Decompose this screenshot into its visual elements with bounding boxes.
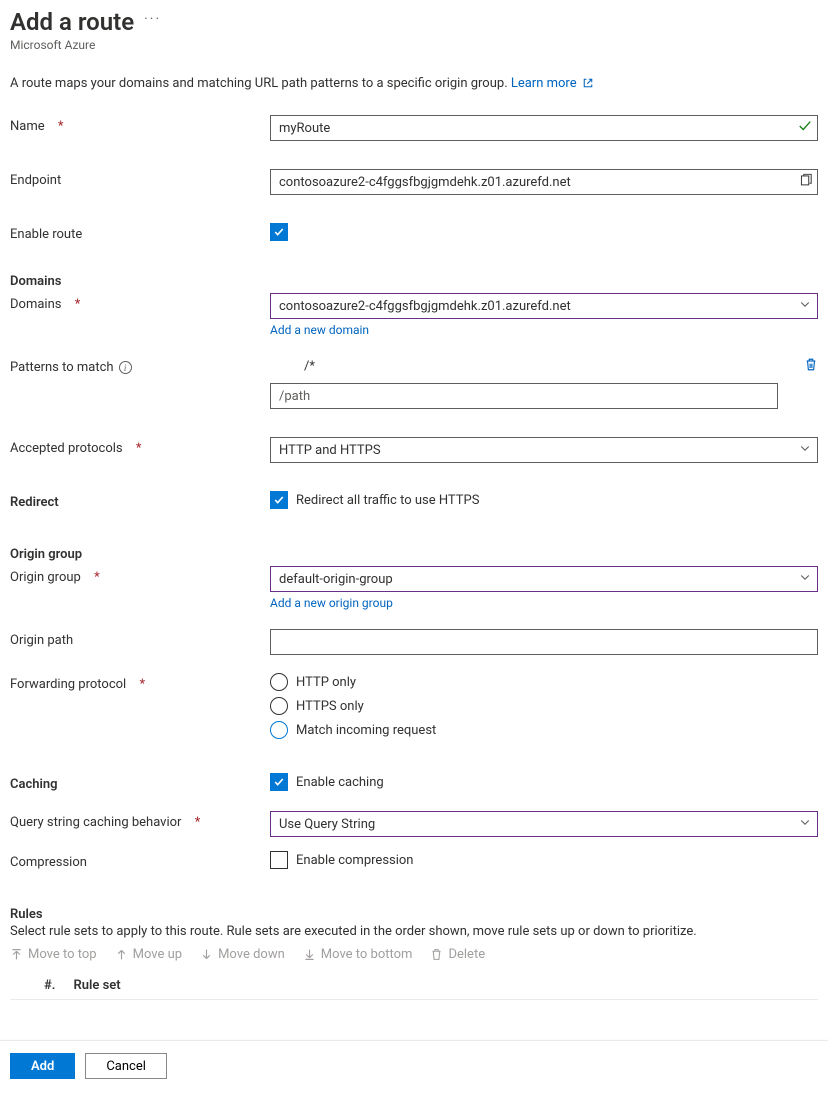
add-new-origin-group-link[interactable]: Add a new origin group	[270, 596, 393, 610]
forwarding-protocol-label: Forwarding protocol	[10, 677, 126, 692]
add-new-domain-link[interactable]: Add a new domain	[270, 323, 369, 337]
pattern-item: /*	[270, 356, 794, 377]
move-to-bottom-button[interactable]: Move to bottom	[303, 947, 413, 962]
accepted-protocols-label: Accepted protocols	[10, 441, 123, 456]
rules-description: Select rule sets to apply to this route.…	[10, 924, 818, 939]
rules-table-header: #. Rule set	[10, 972, 818, 1000]
move-up-button[interactable]: Move up	[115, 947, 182, 962]
info-icon[interactable]: i	[119, 361, 132, 374]
fp-http-option[interactable]: HTTP only	[270, 673, 818, 691]
chevron-down-icon	[799, 571, 811, 587]
endpoint-input	[270, 169, 818, 195]
enable-caching-option[interactable]: Enable caching	[270, 773, 818, 791]
accepted-protocols-select[interactable]: HTTP and HTTPS	[270, 437, 818, 463]
arrow-up-bar-icon	[10, 948, 23, 961]
fp-http-radio[interactable]	[270, 673, 288, 691]
delete-icon[interactable]	[804, 357, 818, 376]
intro-text: A route maps your domains and matching U…	[10, 76, 818, 91]
trash-icon	[430, 948, 443, 961]
enable-route-checkbox[interactable]	[270, 223, 288, 241]
arrow-down-icon	[200, 948, 213, 961]
domains-select[interactable]: contosoazure2-c4fggsfbgjgmdehk.z01.azure…	[270, 293, 818, 319]
rules-section-label: Rules	[10, 903, 43, 922]
chevron-down-icon	[799, 816, 811, 832]
arrow-down-bar-icon	[303, 948, 316, 961]
arrow-up-icon	[115, 948, 128, 961]
redirect-https-label: Redirect all traffic to use HTTPS	[296, 493, 479, 508]
move-down-button[interactable]: Move down	[200, 947, 285, 962]
origin-group-select[interactable]: default-origin-group	[270, 566, 818, 592]
fp-match-option[interactable]: Match incoming request	[270, 721, 818, 739]
compression-label: Compression	[10, 855, 87, 870]
enable-caching-checkbox[interactable]	[270, 773, 288, 791]
enable-route-label: Enable route	[10, 227, 82, 242]
page-subtitle: Microsoft Azure	[10, 38, 818, 52]
page-title: Add a route	[10, 8, 134, 36]
move-to-top-button[interactable]: Move to top	[10, 947, 97, 962]
fp-https-option[interactable]: HTTPS only	[270, 697, 818, 715]
origin-group-label: Origin group	[10, 570, 81, 585]
fp-match-radio[interactable]	[270, 721, 288, 739]
origin-path-input[interactable]	[270, 629, 818, 655]
origin-group-section-label: Origin group	[10, 543, 270, 562]
delete-button[interactable]: Delete	[430, 947, 485, 962]
endpoint-label: Endpoint	[10, 173, 61, 188]
enable-compression-option[interactable]: Enable compression	[270, 851, 818, 869]
caching-section-label: Caching	[10, 773, 270, 792]
name-input[interactable]	[270, 115, 818, 141]
chevron-down-icon	[799, 298, 811, 314]
pattern-input[interactable]	[270, 383, 778, 409]
query-string-label: Query string caching behavior	[10, 815, 181, 830]
redirect-https-option[interactable]: Redirect all traffic to use HTTPS	[270, 491, 818, 509]
enable-compression-checkbox[interactable]	[270, 851, 288, 869]
fp-https-radio[interactable]	[270, 697, 288, 715]
origin-path-label: Origin path	[10, 633, 73, 648]
query-string-select[interactable]: Use Query String	[270, 811, 818, 837]
domains-label: Domains	[10, 297, 61, 312]
copy-icon[interactable]	[799, 174, 812, 191]
domains-section-label: Domains	[10, 270, 270, 289]
learn-more-link[interactable]: Learn more	[511, 76, 594, 91]
add-button[interactable]: Add	[10, 1053, 75, 1079]
external-link-icon	[582, 77, 594, 89]
chevron-down-icon	[799, 442, 811, 458]
name-label: Name	[10, 119, 45, 134]
redirect-https-checkbox[interactable]	[270, 491, 288, 509]
more-menu-icon[interactable]: ···	[144, 11, 161, 33]
cancel-button[interactable]: Cancel	[85, 1053, 167, 1079]
patterns-label: Patterns to match	[10, 360, 114, 375]
redirect-section-label: Redirect	[10, 491, 270, 510]
